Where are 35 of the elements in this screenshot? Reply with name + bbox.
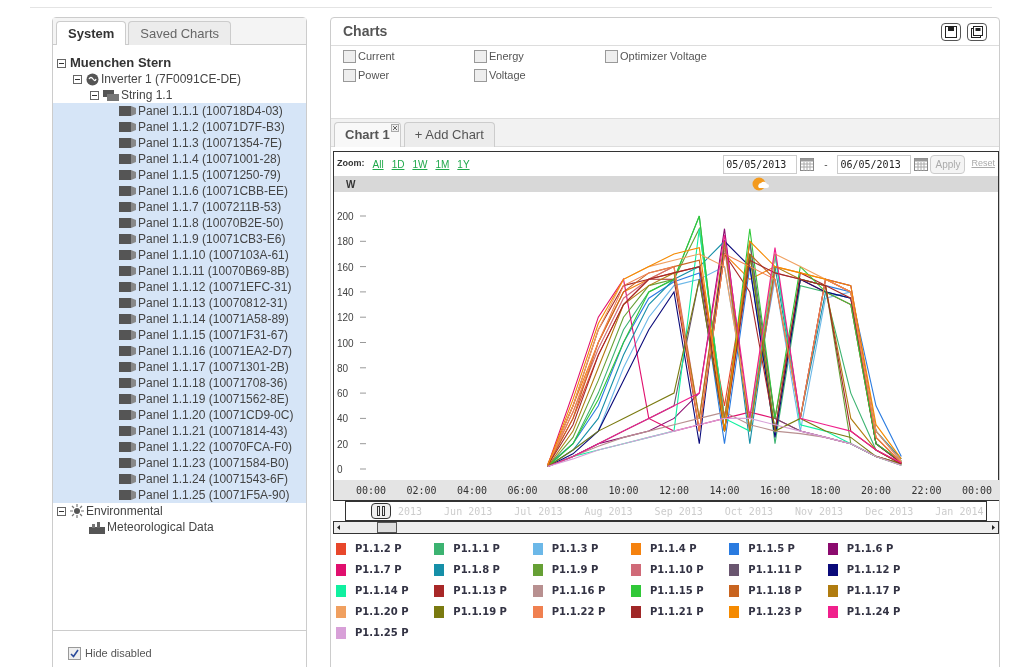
- x-tick-label: 16:00: [759, 485, 791, 496]
- y-axis: 0 20 40 60 80 100 120 140 160 180 200: [337, 211, 367, 475]
- x-tick-label: 22:00: [911, 485, 942, 496]
- y-tick-label: 20: [337, 438, 349, 450]
- x-tick-label: 00:00: [961, 485, 993, 496]
- checkbox-label: Energy: [489, 49, 524, 65]
- y-tick-label: 200: [337, 211, 355, 222]
- y-tick-label: 40: [337, 413, 349, 425]
- x-tick-label: 08:00: [557, 485, 589, 496]
- y-tick-label: 80: [337, 362, 349, 374]
- x-tick-label: 00:00: [355, 485, 387, 496]
- x-tick-label: 02:00: [406, 485, 437, 496]
- date-separator: -: [824, 157, 828, 172]
- checkbox-label: Current: [358, 49, 395, 65]
- zoom-label: Zoom:: [337, 157, 365, 171]
- x-tick-label: 18:00: [810, 485, 841, 496]
- x-tick-label: 12:00: [658, 485, 690, 496]
- checkbox-label: Optimizer Voltage: [620, 49, 707, 65]
- y-tick-label: 100: [337, 337, 355, 349]
- y-tick-label: 140: [337, 286, 355, 298]
- y-tick-label: 60: [337, 388, 349, 400]
- y-tick-label: 160: [337, 261, 355, 273]
- panel-title: Charts: [343, 22, 388, 41]
- x-tick-label: 04:00: [456, 485, 488, 496]
- y-tick-label: 120: [337, 312, 355, 324]
- y-tick-label: 180: [337, 236, 355, 248]
- checkbox-label: Hide disabled: [85, 646, 152, 662]
- checkbox-label: Voltage: [489, 68, 526, 84]
- x-tick-label: 10:00: [608, 485, 639, 496]
- x-tick-label: 20:00: [860, 485, 892, 496]
- unit-label: W: [346, 177, 356, 192]
- x-tick-label: 14:00: [709, 485, 740, 496]
- x-tick-label: 06:00: [507, 485, 538, 496]
- y-tick-label: 0: [337, 464, 343, 475]
- checkbox-label: Power: [358, 68, 390, 84]
